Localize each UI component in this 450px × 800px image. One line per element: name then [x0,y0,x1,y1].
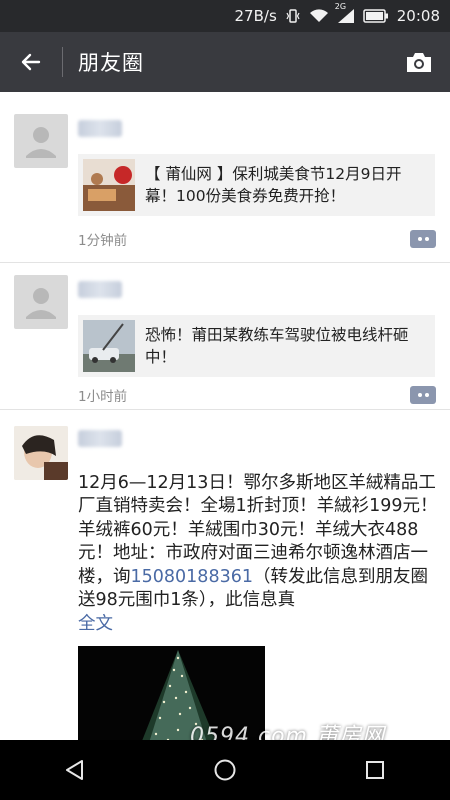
status-bar: 27B/s 2G 20:08 [0,0,450,32]
vibrate-icon [285,8,301,24]
nav-back-button[interactable] [45,740,105,800]
comment-button[interactable] [410,230,436,248]
shared-link-card[interactable]: 恐怖！莆田某教练车驾驶位被电线杆砸中！ [78,315,435,377]
back-button[interactable] [0,32,62,92]
post-body-text: 12月6—12月13日！鄂尔多斯地区羊絨精品工厂直销特卖会！全場1折封顶！羊絨衫… [78,472,438,612]
comment-button[interactable] [410,386,436,404]
nav-home-button[interactable] [195,740,255,800]
signal-icon: 2G [335,2,355,24]
avatar[interactable] [14,275,68,329]
wifi-icon [309,8,329,24]
expand-full-text-link[interactable]: 全文 [78,610,113,635]
avatar[interactable] [14,426,68,480]
moments-feed[interactable]: 【 莆仙网 】保利城美食节12月9日开幕！100份美食券免费开抢！ 1分钟前 恐… [0,92,450,740]
clock: 20:08 [396,7,440,25]
phone-number-link[interactable]: 15080188361 [131,567,253,587]
link-thumbnail [83,159,135,211]
page-title: 朋友圈 [78,51,144,75]
square-recents-icon [366,761,384,779]
username-blurred[interactable] [78,120,122,137]
default-avatar-icon [26,288,56,319]
app-bar: 朋友圈 [0,32,450,92]
header-divider [62,47,63,77]
camera-icon [407,53,431,72]
avatar[interactable] [14,114,68,168]
post-time: 1分钟前 [78,233,128,249]
circle-home-icon [214,759,236,781]
shared-link-card[interactable]: 【 莆仙网 】保利城美食节12月9日开幕！100份美食券免费开抢！ [78,154,435,216]
username-blurred[interactable] [78,281,122,298]
link-title: 恐怖！莆田某教练车驾驶位被电线杆砸中！ [145,326,409,366]
back-arrow-icon [21,53,41,71]
system-nav-bar [0,740,450,800]
camera-button[interactable] [388,32,450,92]
network-speed: 27B/s [234,7,277,25]
username-blurred[interactable] [78,430,122,447]
link-title: 【 莆仙网 】保利城美食节12月9日开幕！100份美食券免费开抢！ [145,165,402,205]
post-time: 1小时前 [78,389,128,405]
link-thumbnail [83,320,135,372]
network-type-label: 2G [334,2,347,11]
post-item: 【 莆仙网 】保利城美食节12月9日开幕！100份美食券免费开抢！ 1分钟前 [0,92,450,263]
triangle-back-icon [66,760,83,780]
user-photo-avatar [14,426,68,480]
default-avatar-icon [26,127,56,158]
post-item: 恐怖！莆田某教练车驾驶位被电线杆砸中！ 1小时前 [0,263,450,410]
battery-icon [363,9,389,23]
nav-recents-button[interactable] [345,740,405,800]
